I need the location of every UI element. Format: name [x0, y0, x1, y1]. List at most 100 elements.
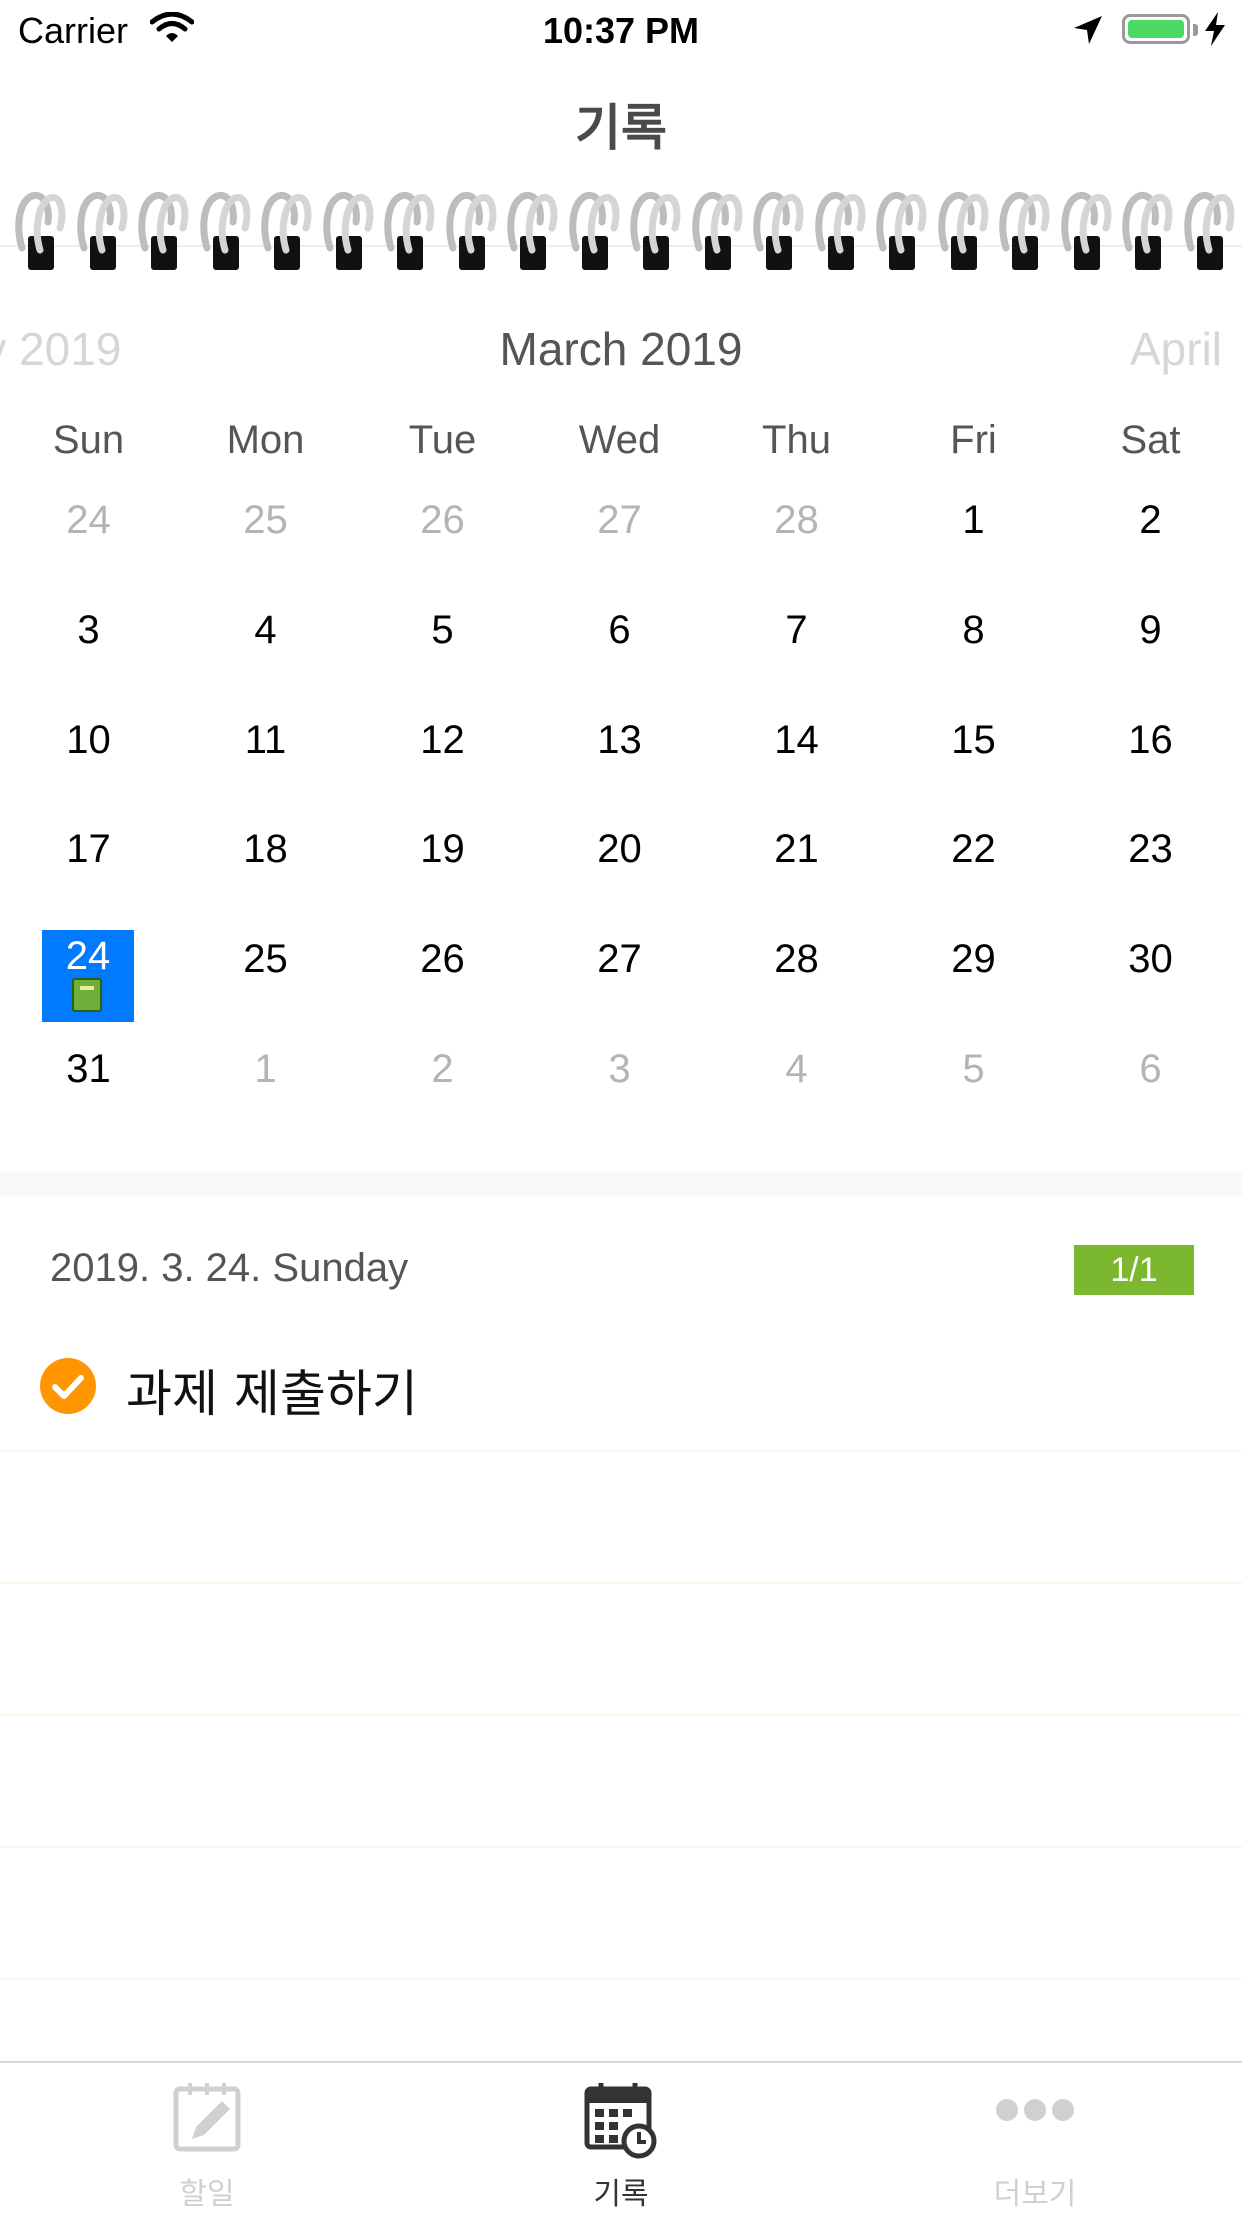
calendar-day[interactable]: 31	[0, 1047, 177, 1092]
spiral-binding	[0, 188, 1242, 288]
weekday-label: Sat	[1120, 418, 1181, 462]
list-divider	[0, 1450, 1242, 1452]
tab-more[interactable]: 더보기	[828, 2063, 1242, 2212]
calendar-day[interactable]: 6	[531, 608, 708, 653]
calendar-day[interactable]: 14	[708, 718, 885, 763]
spiral-ring-icon	[383, 188, 435, 278]
calendar-day[interactable]: 28	[708, 937, 885, 982]
selected-day-cell[interactable]: 24	[42, 930, 134, 1022]
calendar-day[interactable]: 25	[177, 937, 354, 982]
spiral-ring-icon	[691, 188, 743, 278]
calendar-day[interactable]: 12	[354, 718, 531, 763]
weekday-label: Fri	[950, 418, 997, 462]
status-time: 10:37 PM	[542, 10, 700, 51]
spiral-ring-icon	[322, 188, 374, 278]
calendar-day[interactable]: 8	[885, 608, 1062, 653]
spiral-ring-icon	[445, 188, 497, 278]
calendar-day[interactable]: 6	[1062, 1047, 1239, 1092]
spiral-ring-icon	[1183, 188, 1235, 278]
calendar-day[interactable]: 9	[1062, 608, 1239, 653]
calendar-day[interactable]: 15	[885, 718, 1062, 763]
battery-tip	[1193, 24, 1198, 36]
page-title: 기록	[575, 99, 667, 157]
pencil-note-icon	[172, 2081, 242, 2157]
spiral-ring-icon	[875, 188, 927, 278]
list-divider	[0, 1582, 1242, 1584]
calendar-day[interactable]: 20	[531, 827, 708, 872]
spiral-ring-icon	[998, 188, 1050, 278]
spiral-ring-icon	[1121, 188, 1173, 278]
task-item[interactable]: 과제 제출하기	[0, 1340, 1242, 1450]
calendar-day[interactable]: 4	[708, 1047, 885, 1092]
calendar-day[interactable]: 23	[1062, 827, 1239, 872]
calendar-day[interactable]: 25	[177, 498, 354, 543]
calendar-day[interactable]: 2	[354, 1047, 531, 1092]
calendar-day[interactable]: 11	[177, 718, 354, 763]
spiral-ring-icon	[137, 188, 189, 278]
count-badge: 1/1	[1074, 1245, 1194, 1295]
list-divider	[0, 1978, 1242, 1980]
calendar-day[interactable]: 5	[354, 608, 531, 653]
tab-todo[interactable]: 할일	[0, 2063, 414, 2212]
calendar-day[interactable]: 22	[885, 827, 1062, 872]
spiral-ring-icon	[814, 188, 866, 278]
list-divider	[0, 1714, 1242, 1716]
task-text: 과제 제출하기	[126, 1365, 418, 1423]
tab-label: 더보기	[993, 2177, 1077, 2212]
calendar-day[interactable]: 19	[354, 827, 531, 872]
book-icon	[72, 978, 102, 1012]
spiral-ring-icon	[752, 188, 804, 278]
spiral-ring-icon	[506, 188, 558, 278]
calendar-day[interactable]: 21	[708, 827, 885, 872]
weekday-label: Thu	[762, 418, 831, 462]
weekday-label: Tue	[408, 418, 477, 462]
selected-date-label: 2019. 3. 24. Sunday	[50, 1246, 409, 1290]
calendar-day[interactable]: 26	[354, 498, 531, 543]
spiral-ring-icon	[1060, 188, 1112, 278]
spiral-ring-icon	[629, 188, 681, 278]
current-month-label: March 2019	[499, 323, 743, 375]
selected-day-number: 24	[65, 934, 111, 978]
calendar-day[interactable]: 16	[1062, 718, 1239, 763]
spiral-ring-icon	[76, 188, 128, 278]
calendar-day[interactable]: 18	[177, 827, 354, 872]
next-month-label[interactable]: April	[1130, 322, 1222, 376]
calendar-day[interactable]: 10	[0, 718, 177, 763]
calendar-day[interactable]: 1	[885, 498, 1062, 543]
calendar-day[interactable]: 7	[708, 608, 885, 653]
spiral-ring-icon	[937, 188, 989, 278]
tab-bar: 할일 기록 더보기	[0, 2061, 1242, 2212]
battery-icon	[1122, 14, 1190, 44]
calendar-day[interactable]: 27	[531, 498, 708, 543]
location-arrow-icon	[1072, 14, 1104, 50]
charging-bolt-icon	[1205, 12, 1225, 50]
weekday-label: Wed	[578, 418, 661, 462]
checkmark-icon[interactable]	[40, 1358, 96, 1414]
calendar-day[interactable]: 24	[0, 498, 177, 543]
calendar-clock-icon	[583, 2081, 659, 2163]
calendar-day[interactable]: 26	[354, 937, 531, 982]
more-dots-icon	[995, 2097, 1075, 2127]
calendar-day[interactable]: 27	[531, 937, 708, 982]
spiral-ring-icon	[199, 188, 251, 278]
calendar-day[interactable]: 3	[531, 1047, 708, 1092]
list-divider	[0, 1846, 1242, 1848]
calendar-day[interactable]: 5	[885, 1047, 1062, 1092]
calendar-day[interactable]: 3	[0, 608, 177, 653]
calendar-day[interactable]: 29	[885, 937, 1062, 982]
spiral-ring-icon	[568, 188, 620, 278]
calendar-day[interactable]: 13	[531, 718, 708, 763]
calendar-day[interactable]: 17	[0, 827, 177, 872]
calendar-day[interactable]: 30	[1062, 937, 1239, 982]
calendar-day[interactable]: 4	[177, 608, 354, 653]
section-separator	[0, 1172, 1242, 1196]
calendar-day[interactable]: 28	[708, 498, 885, 543]
tab-label: 기록	[593, 2177, 649, 2212]
calendar-day[interactable]: 2	[1062, 498, 1239, 543]
calendar-day[interactable]: 1	[177, 1047, 354, 1092]
tab-records[interactable]: 기록	[414, 2063, 828, 2212]
spiral-ring-icon	[260, 188, 312, 278]
weekday-label: Sun	[52, 418, 125, 462]
weekday-label: Mon	[226, 418, 305, 462]
status-bar: Carrier 10:37 PM	[0, 0, 1242, 60]
